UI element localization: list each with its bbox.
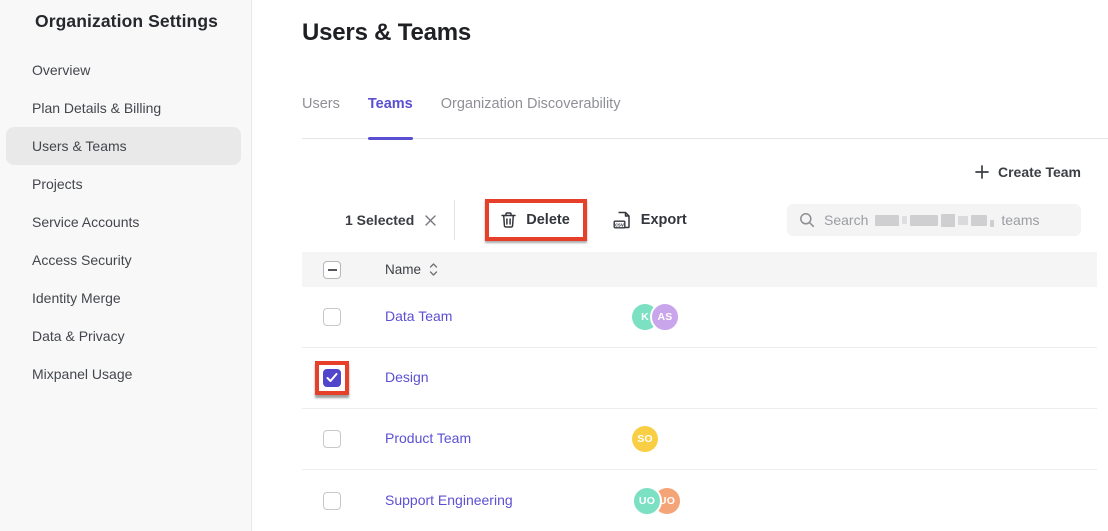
create-team-label: Create Team: [998, 164, 1081, 180]
close-icon: [424, 214, 437, 227]
sidebar-item-data-privacy[interactable]: Data & Privacy: [6, 317, 241, 355]
checkbox-annotation-box: [315, 361, 349, 395]
teams-table: Name Data Team K AS: [302, 252, 1097, 531]
delete-button-label: Delete: [526, 212, 570, 228]
member-avatars: SO: [632, 426, 658, 452]
sidebar-title: Organization Settings: [35, 11, 218, 32]
table-row: Design: [302, 348, 1097, 409]
selected-count: 1 Selected: [345, 212, 437, 228]
sidebar-nav: Overview Plan Details & Billing Users & …: [0, 51, 251, 393]
selection-toolbar: 1 Selected Delete: [302, 197, 1081, 243]
table-header-row: Name: [302, 252, 1097, 287]
member-avatars: K AS: [632, 302, 680, 332]
toolbar-divider: [454, 200, 455, 240]
sidebar-item-service-accounts[interactable]: Service Accounts: [6, 203, 241, 241]
tab-bar: Users Teams Organization Discoverability: [302, 92, 1108, 139]
select-all-checkbox[interactable]: [323, 261, 341, 279]
export-button-label: Export: [641, 212, 687, 228]
search-teams-input[interactable]: Search teams: [787, 204, 1081, 236]
sidebar: Organization Settings Overview Plan Deta…: [0, 0, 252, 531]
checkmark-icon: [326, 373, 338, 383]
export-button[interactable]: csv Export: [613, 210, 687, 230]
row-checkbox-design[interactable]: [323, 369, 341, 387]
name-column-header[interactable]: Name: [385, 262, 421, 277]
team-link-support-engineering[interactable]: Support Engineering: [385, 492, 513, 508]
selected-count-label: 1 Selected: [345, 212, 414, 228]
page-title: Users & Teams: [302, 19, 471, 47]
sort-icon[interactable]: [429, 263, 438, 276]
sidebar-item-mixpanel-usage[interactable]: Mixpanel Usage: [6, 355, 241, 393]
delete-annotation-box: Delete: [485, 199, 587, 241]
avatar: AS: [650, 302, 680, 332]
csv-file-icon: csv: [613, 210, 632, 230]
team-link-design[interactable]: Design: [385, 369, 429, 385]
avatar: SO: [632, 426, 658, 452]
sidebar-item-overview[interactable]: Overview: [6, 51, 241, 89]
sidebar-item-plan-details-billing[interactable]: Plan Details & Billing: [6, 89, 241, 127]
row-checkbox-support-engineering[interactable]: [323, 492, 341, 510]
create-team-button[interactable]: Create Team: [975, 164, 1081, 180]
search-placeholder: Search teams: [824, 212, 1039, 228]
team-link-data-team[interactable]: Data Team: [385, 308, 452, 324]
delete-button[interactable]: Delete: [489, 203, 583, 237]
tab-users[interactable]: Users: [302, 92, 340, 139]
table-row: Data Team K AS: [302, 287, 1097, 348]
row-checkbox-data-team[interactable]: [323, 308, 341, 326]
search-icon: [799, 212, 815, 228]
trash-icon: [500, 211, 517, 229]
avatar: UO: [632, 486, 662, 516]
table-row: Product Team SO: [302, 409, 1097, 470]
row-checkbox-product-team[interactable]: [323, 430, 341, 448]
sidebar-item-projects[interactable]: Projects: [6, 165, 241, 203]
sidebar-item-users-teams[interactable]: Users & Teams: [6, 127, 241, 165]
main-content: Users & Teams Users Teams Organization D…: [253, 0, 1108, 531]
tab-organization-discoverability[interactable]: Organization Discoverability: [441, 92, 621, 139]
svg-text:csv: csv: [615, 222, 624, 228]
plus-icon: [975, 165, 989, 179]
sidebar-item-identity-merge[interactable]: Identity Merge: [6, 279, 241, 317]
team-link-product-team[interactable]: Product Team: [385, 430, 471, 446]
clear-selection-button[interactable]: [424, 214, 437, 227]
table-row: Support Engineering UO UO: [302, 470, 1097, 531]
redacted-text-blocks: [875, 214, 994, 227]
tab-teams[interactable]: Teams: [368, 92, 413, 139]
sidebar-item-access-security[interactable]: Access Security: [6, 241, 241, 279]
member-avatars: UO UO: [632, 486, 680, 516]
